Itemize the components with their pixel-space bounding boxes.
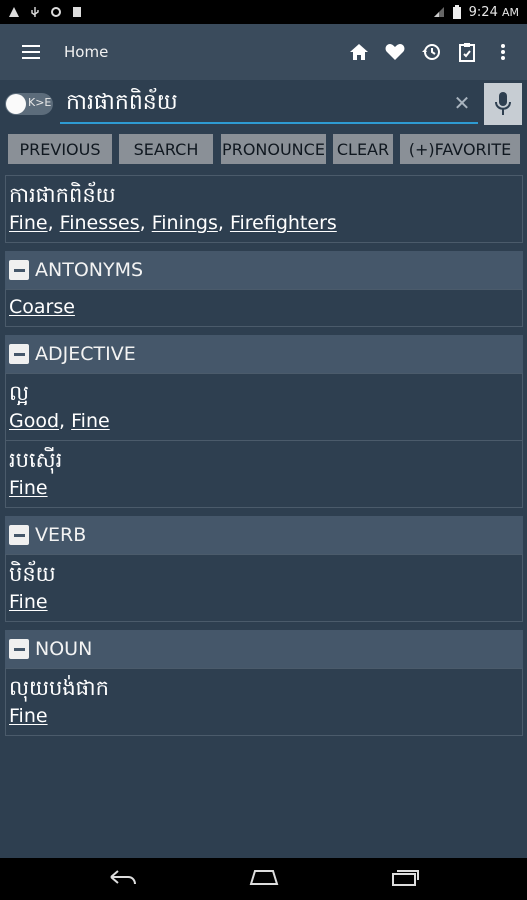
clear-text-icon[interactable]: ✕	[452, 91, 472, 115]
headword: ការផាកពិន័យ	[9, 183, 116, 207]
link-word[interactable]: Finings	[152, 212, 218, 234]
navigation-bar	[0, 858, 527, 900]
section-label: ANTONYMS	[35, 259, 144, 281]
more-vert-icon	[501, 44, 505, 60]
section-label: NOUN	[35, 638, 93, 660]
collapse-icon[interactable]	[9, 344, 29, 364]
previous-button[interactable]: PREVIOUS	[8, 134, 112, 164]
section-label: VERB	[35, 524, 87, 546]
app-bar: Home	[0, 24, 527, 80]
status-bar: 9:24 AM	[0, 0, 527, 24]
favorites-button[interactable]	[379, 32, 411, 72]
clipboard-button[interactable]	[451, 32, 483, 72]
heart-icon	[385, 44, 405, 60]
khmer-word: លុយបង់ផាក	[9, 676, 109, 700]
clipboard-icon	[459, 43, 475, 62]
clear-button[interactable]: CLEAR	[333, 134, 393, 164]
khmer-word: របស៊ើរ	[9, 448, 63, 472]
microphone-icon	[495, 92, 511, 115]
link-word[interactable]: Coarse	[9, 296, 75, 318]
overflow-menu-button[interactable]	[487, 32, 519, 72]
list-item: បិន័យ Fine	[5, 554, 523, 622]
link-word[interactable]: Good	[9, 410, 59, 432]
warning-icon	[8, 6, 20, 18]
usb-icon	[29, 6, 41, 18]
signal-icon	[433, 6, 445, 18]
favorite-button[interactable]: (+)FAVORITE	[400, 134, 520, 164]
list-item: របស៊ើរ Fine	[5, 440, 523, 508]
section-adjective[interactable]: ADJECTIVE	[5, 335, 523, 373]
section-label: ADJECTIVE	[35, 343, 136, 365]
collapse-icon[interactable]	[9, 639, 29, 659]
antonym-entry: Coarse	[5, 289, 523, 327]
toggle-label: K>E	[28, 96, 52, 109]
hamburger-icon	[22, 45, 40, 59]
back-button[interactable]	[108, 868, 138, 890]
history-icon	[422, 44, 440, 60]
toggle-knob	[6, 94, 26, 114]
search-button[interactable]: SEARCH	[119, 134, 213, 164]
clock: 9:24 AM	[468, 4, 519, 20]
search-input[interactable]	[60, 86, 478, 124]
headword-entry: ការផាកពិន័យ Fine, Finesses, Finings, Fir…	[5, 175, 523, 243]
section-noun[interactable]: NOUN	[5, 630, 523, 668]
home-icon	[350, 44, 368, 60]
history-button[interactable]	[415, 32, 447, 72]
headword-links: Fine, Finesses, Finings, Firefighters	[9, 212, 337, 234]
recents-button[interactable]	[390, 868, 420, 890]
section-verb[interactable]: VERB	[5, 516, 523, 554]
recents-icon	[391, 870, 419, 886]
list-item: ល្អ Good, Fine	[5, 373, 523, 440]
khmer-word: ល្អ	[9, 381, 29, 405]
pronounce-button[interactable]: PRONOUNCE	[221, 134, 326, 164]
link-word[interactable]: Fine	[9, 705, 48, 727]
notification-icon	[71, 6, 83, 18]
list-item: លុយបង់ផាក Fine	[5, 668, 523, 736]
khmer-word: បិន័យ	[9, 562, 56, 586]
home-button[interactable]	[343, 32, 375, 72]
link-word[interactable]: Fine	[71, 410, 110, 432]
link-word[interactable]: Fine	[9, 591, 48, 613]
home-nav-button[interactable]	[248, 868, 280, 890]
section-antonyms[interactable]: ANTONYMS	[5, 251, 523, 289]
link-word[interactable]: Fine	[9, 212, 48, 234]
collapse-icon[interactable]	[9, 260, 29, 280]
results-panel: ការផាកពិន័យ Fine, Finesses, Finings, Fir…	[5, 175, 523, 736]
voice-input-button[interactable]	[484, 83, 522, 125]
battery-icon	[451, 5, 463, 19]
app-title: Home	[64, 43, 109, 61]
link-word[interactable]: Firefighters	[230, 212, 337, 234]
link-word[interactable]: Fine	[9, 477, 48, 499]
back-icon	[109, 870, 136, 885]
home-nav-icon	[249, 870, 278, 885]
settings-icon	[50, 6, 62, 18]
menu-button[interactable]	[0, 24, 64, 80]
link-word[interactable]: Finesses	[60, 212, 140, 234]
language-toggle[interactable]: K>E	[5, 93, 53, 115]
collapse-icon[interactable]	[9, 525, 29, 545]
